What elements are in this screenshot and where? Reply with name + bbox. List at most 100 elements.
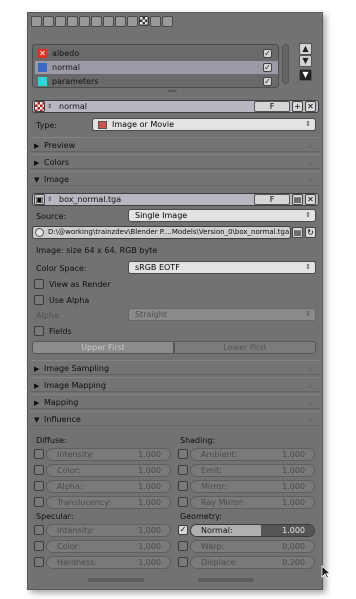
close-icon[interactable]: ✕ bbox=[305, 101, 316, 112]
image-icon bbox=[35, 228, 44, 237]
updown-icon: ⇕ bbox=[305, 211, 311, 219]
section-title: Influence bbox=[44, 415, 81, 424]
slot-enable-checkbox[interactable]: ✓ bbox=[263, 49, 272, 58]
specular-hardness-slider[interactable]: Hardness: 1.000 bbox=[46, 556, 171, 569]
diffuse-intensity-slider[interactable]: Intensity: 1.000 bbox=[46, 448, 171, 461]
fields-checkbox[interactable] bbox=[34, 326, 44, 336]
diffuse-alpha-slider[interactable]: Alpha: 1.000 bbox=[46, 480, 171, 493]
move-up-button[interactable]: ▲ bbox=[299, 43, 312, 55]
drag-grip-icon[interactable]: :::: bbox=[308, 177, 313, 184]
shading-mirror-slider[interactable]: Mirror: 1.000 bbox=[190, 480, 315, 493]
data-icon[interactable] bbox=[115, 16, 126, 27]
section-colors[interactable]: ▶ Colors :::: bbox=[30, 154, 320, 169]
image-datablock-field[interactable]: ▣ ⇕ box_normal.tga F ▤ ✕ bbox=[32, 193, 319, 206]
object-icon[interactable] bbox=[79, 16, 90, 27]
list-resize-grip[interactable]: ══ bbox=[168, 88, 176, 95]
render-layers-icon[interactable] bbox=[43, 16, 54, 27]
list-scrollbar[interactable] bbox=[282, 44, 289, 84]
geometry-warp-checkbox[interactable] bbox=[178, 541, 188, 551]
specular-color-slider[interactable]: Color: 1.000 bbox=[46, 540, 171, 553]
add-icon[interactable]: + bbox=[292, 101, 303, 112]
source-dropdown[interactable]: Single Image ⇕ bbox=[128, 209, 316, 222]
diffuse-translucency-checkbox[interactable] bbox=[34, 497, 44, 507]
lower-first-button[interactable]: Lower First bbox=[174, 341, 316, 354]
texture-name[interactable]: normal bbox=[59, 103, 87, 111]
type-dropdown[interactable]: Image or Movie ⇕ bbox=[92, 118, 316, 131]
alpha-dropdown[interactable]: Straight ⇕ bbox=[128, 308, 316, 321]
shading-emit-slider[interactable]: Emit: 1.000 bbox=[190, 464, 315, 477]
geometry-displace-slider[interactable]: Displace: 0.200 bbox=[190, 556, 315, 569]
slot-enable-checkbox[interactable]: ✓ bbox=[263, 63, 272, 72]
specular-color-checkbox[interactable] bbox=[34, 541, 44, 551]
section-image-sampling[interactable]: ▶ Image Sampling :::: bbox=[30, 360, 320, 375]
list-item[interactable]: parameters ✓ bbox=[35, 75, 278, 88]
view-as-render-checkbox[interactable] bbox=[34, 279, 44, 289]
world-icon[interactable] bbox=[67, 16, 78, 27]
filepath-field[interactable]: D:\@working\trainzdev\Blender P....Model… bbox=[32, 226, 291, 239]
file-browse-icon[interactable]: ▤ bbox=[292, 227, 303, 238]
drag-grip-icon[interactable]: :::: bbox=[308, 417, 313, 424]
slot-enable-checkbox[interactable]: ✓ bbox=[263, 77, 272, 86]
reload-icon[interactable]: ↻ bbox=[305, 227, 316, 238]
fake-user-button[interactable]: F bbox=[254, 101, 290, 112]
geometry-normal-checkbox[interactable]: ✓ bbox=[178, 525, 188, 535]
upper-first-button[interactable]: Upper First bbox=[32, 341, 174, 354]
drag-grip-icon[interactable]: :::: bbox=[308, 383, 313, 390]
expand-triangle-icon: ▶ bbox=[34, 382, 40, 390]
diffuse-translucency-slider[interactable]: Translucency: 1.000 bbox=[46, 496, 171, 509]
diffuse-intensity-checkbox[interactable] bbox=[34, 449, 44, 459]
scene-icon[interactable] bbox=[55, 16, 66, 27]
filepath-value[interactable]: D:\@working\trainzdev\Blender P....Model… bbox=[48, 229, 289, 236]
section-mapping[interactable]: ▶ Mapping :::: bbox=[30, 394, 320, 409]
physics-icon[interactable] bbox=[162, 16, 173, 27]
specular-intensity-checkbox[interactable] bbox=[34, 525, 44, 535]
use-alpha-checkbox[interactable] bbox=[34, 295, 44, 305]
image-browse-icon[interactable]: ▣ bbox=[34, 194, 45, 205]
diffuse-alpha-checkbox[interactable] bbox=[34, 481, 44, 491]
list-item[interactable]: normal ✓ bbox=[35, 61, 278, 74]
texture-properties-panel: ✕ albedo ✓ normal ✓ parameters ✓ ══ ▲ ▼ … bbox=[27, 12, 323, 590]
section-influence[interactable]: ▼ Influence :::: bbox=[30, 411, 320, 426]
material-icon[interactable] bbox=[127, 16, 138, 27]
close-icon[interactable]: ✕ bbox=[305, 194, 316, 205]
particles-icon[interactable] bbox=[150, 16, 161, 27]
section-image-mapping[interactable]: ▶ Image Mapping :::: bbox=[30, 377, 320, 392]
constraints-icon[interactable] bbox=[91, 16, 102, 27]
slider-label: Color: bbox=[57, 542, 81, 551]
slider-label: Mirror: bbox=[201, 482, 228, 491]
open-folder-icon[interactable]: ▤ bbox=[292, 194, 303, 205]
geometry-warp-slider[interactable]: Warp: 0.000 bbox=[190, 540, 315, 553]
diffuse-color-checkbox[interactable] bbox=[34, 465, 44, 475]
drag-grip-icon[interactable]: :::: bbox=[308, 143, 313, 150]
specular-intensity-slider[interactable]: Intensity: 1.000 bbox=[46, 524, 171, 537]
shading-ambient-checkbox[interactable] bbox=[178, 449, 188, 459]
specials-menu-button[interactable]: ▼ bbox=[299, 69, 312, 81]
move-down-button[interactable]: ▼ bbox=[299, 55, 312, 67]
drag-grip-icon[interactable]: :::: bbox=[308, 400, 313, 407]
drag-grip-icon[interactable]: :::: bbox=[308, 160, 313, 167]
updown-icon: ⇕ bbox=[47, 103, 53, 110]
drag-grip-icon[interactable]: :::: bbox=[308, 366, 313, 373]
section-preview[interactable]: ▶ Preview :::: bbox=[30, 137, 320, 152]
texture-browse-icon[interactable] bbox=[34, 101, 45, 112]
shading-ray-mirror-checkbox[interactable] bbox=[178, 497, 188, 507]
shading-ray-mirror-slider[interactable]: Ray Mirror: 1.000 bbox=[190, 496, 315, 509]
texture-icon[interactable] bbox=[139, 16, 149, 26]
image-name[interactable]: box_normal.tga bbox=[59, 196, 121, 204]
shading-mirror-checkbox[interactable] bbox=[178, 481, 188, 491]
modifiers-icon[interactable] bbox=[103, 16, 114, 27]
color-space-dropdown[interactable]: sRGB EOTF ⇕ bbox=[128, 261, 316, 274]
render-icon[interactable] bbox=[31, 16, 42, 27]
updown-icon: ⇕ bbox=[305, 120, 311, 128]
list-item[interactable]: ✕ albedo ✓ bbox=[35, 47, 278, 60]
specular-hardness-checkbox[interactable] bbox=[34, 557, 44, 567]
diffuse-color-slider[interactable]: Color: 1.000 bbox=[46, 464, 171, 477]
fake-user-button[interactable]: F bbox=[254, 194, 290, 205]
geometry-normal-slider[interactable]: Normal: 1.000 bbox=[190, 524, 315, 537]
shading-emit-checkbox[interactable] bbox=[178, 465, 188, 475]
geometry-displace-checkbox[interactable] bbox=[178, 557, 188, 567]
geometry-title: Geometry: bbox=[180, 512, 223, 521]
texture-datablock-field[interactable]: ⇕ normal F + ✕ bbox=[32, 100, 319, 113]
shading-ambient-slider[interactable]: Ambient: 1.000 bbox=[190, 448, 315, 461]
section-image[interactable]: ▼ Image :::: bbox=[30, 171, 320, 186]
